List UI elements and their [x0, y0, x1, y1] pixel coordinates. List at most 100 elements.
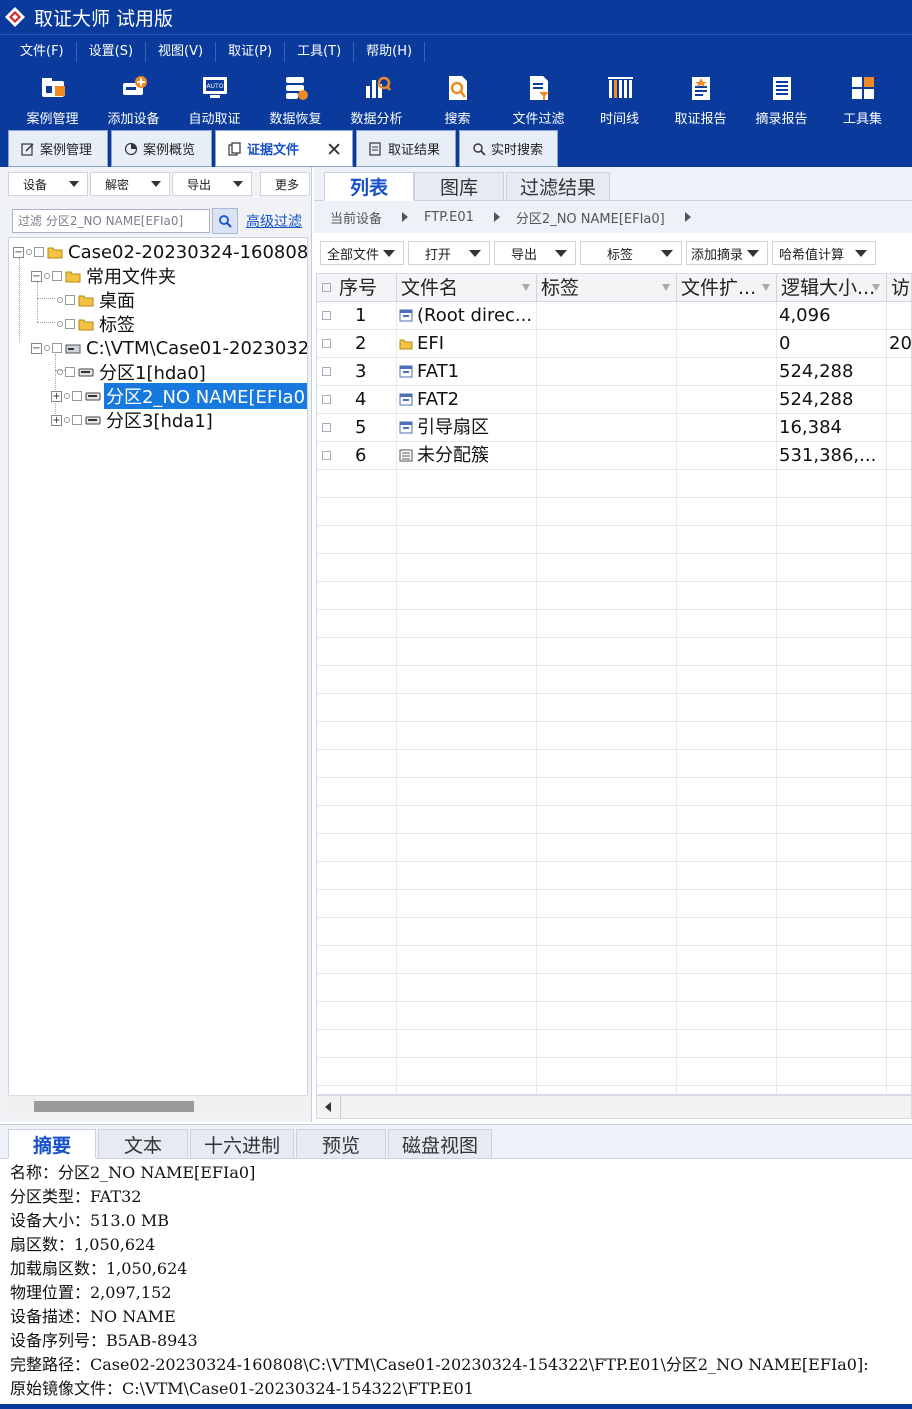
tab-preview[interactable]: 预览	[296, 1129, 386, 1159]
select-all-checkbox[interactable]	[322, 283, 331, 292]
column-filter-icon[interactable]	[662, 284, 670, 291]
menu-forensics[interactable]: 取证(P)	[216, 35, 284, 69]
tab-summary[interactable]: 摘要	[8, 1129, 96, 1159]
system-file-icon	[399, 365, 413, 378]
row-checkbox[interactable]	[322, 423, 331, 432]
toolbar-timeline-button[interactable]: 时间线	[579, 68, 660, 130]
menu-file[interactable]: 文件(F)	[0, 35, 76, 69]
tag-dropdown[interactable]: 标签	[580, 241, 682, 265]
table-row[interactable]: 5 引导扇区 16,384	[317, 414, 911, 442]
node-checkbox[interactable]	[72, 415, 82, 425]
node-checkbox[interactable]	[65, 319, 75, 329]
tree-node-partition-1[interactable]: 分区1[hda0]	[57, 360, 208, 384]
tree-node-desktop[interactable]: 桌面	[57, 288, 137, 312]
table-row[interactable]: 3 FAT1 524,288	[317, 358, 911, 386]
tree-node-tags[interactable]: 标签	[57, 312, 137, 336]
menu-settings[interactable]: 设置(S)	[77, 35, 145, 69]
row-checkbox[interactable]	[322, 339, 331, 348]
all-files-dropdown[interactable]: 全部文件	[320, 241, 404, 265]
scroll-left-icon[interactable]	[317, 1096, 341, 1118]
expand-icon[interactable]: +	[51, 390, 62, 402]
column-header-access[interactable]: 访问	[887, 274, 911, 302]
tab-forensic-results[interactable]: 取证结果	[356, 130, 456, 167]
more-button[interactable]: 更多	[260, 172, 310, 196]
node-checkbox[interactable]	[65, 295, 75, 305]
collapse-icon[interactable]: −	[31, 342, 42, 354]
tab-realtime-search[interactable]: 实时搜索	[459, 130, 558, 167]
node-checkbox[interactable]	[65, 367, 75, 377]
node-checkbox[interactable]	[34, 247, 44, 257]
collapse-icon[interactable]: −	[13, 246, 24, 258]
tab-case-overview[interactable]: 案例概览	[111, 130, 212, 167]
toolbar-case-manage-button[interactable]: 案例管理	[12, 68, 93, 130]
column-filter-icon[interactable]	[872, 284, 880, 291]
tab-list[interactable]: 列表	[324, 172, 414, 201]
scrollbar-thumb[interactable]	[34, 1101, 194, 1112]
tree-node-case[interactable]: − Case02-20230324-160808	[13, 240, 307, 264]
menu-tools[interactable]: 工具(T)	[285, 35, 353, 69]
tab-evidence-files[interactable]: 证据文件 ✕	[215, 130, 353, 167]
node-checkbox[interactable]	[72, 391, 82, 401]
table-row[interactable]: 4 FAT2 524,288	[317, 386, 911, 414]
row-checkbox[interactable]	[322, 367, 331, 376]
tab-case-management[interactable]: 案例管理	[8, 130, 108, 167]
advanced-filter-link[interactable]: 高级过滤	[246, 211, 302, 231]
table-horizontal-scrollbar[interactable]	[316, 1095, 912, 1119]
expand-icon[interactable]: +	[51, 414, 62, 426]
tree-node-image-file[interactable]: − C:\VTM\Case01-20230324-154322\FTP.E01	[31, 336, 307, 360]
toolbar-forensic-report-button[interactable]: 取证报告	[660, 68, 741, 130]
node-checkbox[interactable]	[52, 271, 62, 281]
toolbar-search-button[interactable]: 搜索	[417, 68, 498, 130]
tree-filter-input[interactable]: 过滤 分区2_NO NAME[EFIa0]	[12, 209, 210, 233]
column-header-tag[interactable]: 标签	[537, 274, 677, 302]
tab-text[interactable]: 文本	[98, 1129, 188, 1159]
filter-search-button[interactable]	[212, 208, 238, 234]
menu-help[interactable]: 帮助(H)	[354, 35, 424, 69]
decrypt-dropdown-button[interactable]: 解密	[90, 172, 170, 196]
tab-filter-results[interactable]: 过滤结果	[506, 172, 610, 201]
tree-horizontal-scrollbar[interactable]	[8, 1095, 308, 1117]
tab-disk-view[interactable]: 磁盘视图	[388, 1129, 492, 1159]
tree-node-partition-2[interactable]: + 分区2_NO NAME[EFIa0]	[51, 383, 307, 409]
column-header-filename[interactable]: 文件名	[397, 274, 537, 302]
toolbar-excerpt-report-button[interactable]: 摘录报告	[741, 68, 822, 130]
column-filter-icon[interactable]	[522, 284, 530, 291]
collapse-icon[interactable]: −	[31, 270, 42, 282]
tree-node-partition-3[interactable]: + 分区3[hda1]	[51, 408, 215, 432]
column-filter-icon[interactable]	[762, 284, 770, 291]
tab-gallery[interactable]: 图库	[414, 172, 504, 201]
row-checkbox[interactable]	[322, 395, 331, 404]
breadcrumb-image[interactable]: FTP.E01	[408, 210, 482, 225]
column-header-logical-size[interactable]: 逻辑大小...	[777, 274, 887, 302]
column-header-extension[interactable]: 文件扩...	[677, 274, 777, 302]
breadcrumb-current-device[interactable]: 当前设备	[314, 208, 390, 227]
export-dropdown-button[interactable]: 导出	[172, 172, 252, 196]
breadcrumb-partition[interactable]: 分区2_NO NAME[EFIa0]	[500, 208, 673, 227]
table-row[interactable]: 6 未分配簇 531,386,...	[317, 442, 911, 470]
table-row[interactable]: 2 EFI 0 20	[317, 330, 911, 358]
row-checkbox[interactable]	[322, 311, 331, 320]
toolbar-file-filter-button[interactable]: 文件过滤	[498, 68, 579, 130]
toolbar-toolset-button[interactable]: 工具集	[822, 68, 903, 130]
tree-node-common-folders[interactable]: − 常用文件夹	[31, 264, 178, 288]
node-dot	[57, 321, 63, 327]
toolbar-add-device-button[interactable]: 添加设备	[93, 68, 174, 130]
device-dropdown-button[interactable]: 设备	[8, 172, 88, 196]
excerpt-report-icon	[772, 77, 791, 100]
toolbar-data-analysis-button[interactable]: 数据分析	[336, 68, 417, 130]
tab-hex[interactable]: 十六进制	[190, 1129, 294, 1159]
column-header-number[interactable]: 序号	[317, 274, 397, 302]
export-dropdown[interactable]: 导出	[494, 241, 576, 265]
row-checkbox[interactable]	[322, 451, 331, 460]
table-row	[317, 778, 911, 806]
close-tab-icon[interactable]: ✕	[326, 139, 342, 161]
node-checkbox[interactable]	[52, 343, 62, 353]
open-dropdown[interactable]: 打开	[408, 241, 490, 265]
add-excerpt-dropdown[interactable]: 添加摘录	[686, 241, 768, 265]
toolbar-data-recovery-button[interactable]: 数据恢复	[255, 68, 336, 130]
cell-tag	[537, 330, 677, 358]
menu-view[interactable]: 视图(V)	[146, 35, 215, 69]
toolbar-auto-forensics-button[interactable]: AUTO 自动取证	[174, 68, 255, 130]
table-row[interactable]: 1 (Root direc... 4,096	[317, 302, 911, 330]
hash-calc-dropdown[interactable]: 哈希值计算	[772, 241, 876, 265]
